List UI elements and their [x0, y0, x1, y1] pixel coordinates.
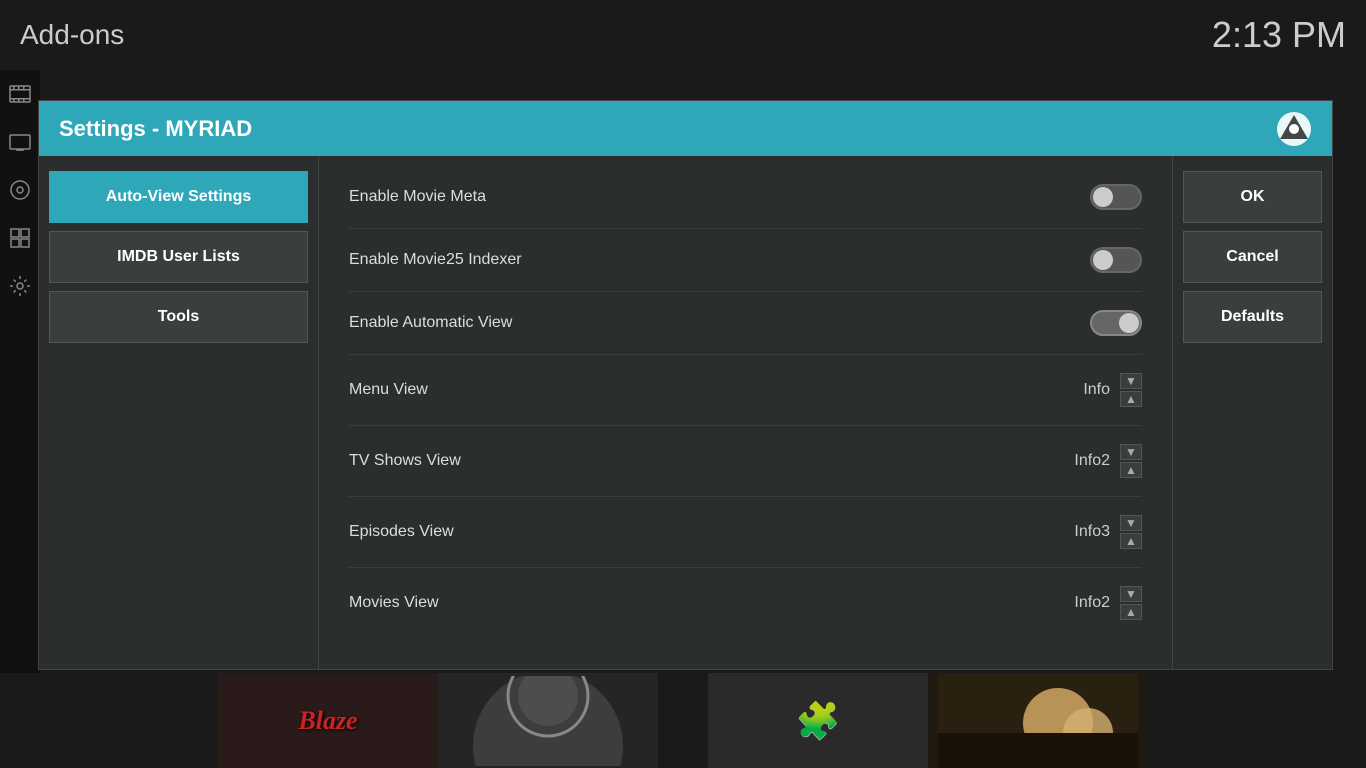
enable-movie-meta-toggle[interactable]	[1090, 184, 1142, 210]
setting-menu-view: Menu View Info ▼ ▲	[349, 355, 1142, 426]
movies-view-value: Info2	[1050, 594, 1110, 612]
sidebar-icon-tv[interactable]	[6, 128, 34, 156]
movies-view-label: Movies View	[349, 594, 1050, 612]
buttons-panel: OK Cancel Defaults	[1172, 156, 1332, 669]
bottom-thumbnails: Blaze 🧩	[0, 673, 1366, 768]
app-title: Add-ons	[20, 19, 124, 51]
enable-movie25-control	[1090, 247, 1142, 273]
episodes-view-label: Episodes View	[349, 523, 1050, 541]
tv-shows-view-label: TV Shows View	[349, 452, 1050, 470]
movies-view-control: Info2 ▼ ▲	[1050, 586, 1142, 620]
episodes-down[interactable]: ▼	[1120, 515, 1142, 531]
top-bar: Add-ons 2:13 PM	[0, 0, 1366, 70]
enable-movie-meta-label: Enable Movie Meta	[349, 188, 1090, 206]
tv-shows-up[interactable]: ▲	[1120, 462, 1142, 478]
enable-movie25-label: Enable Movie25 Indexer	[349, 251, 1090, 269]
thumb-flame-text: Blaze	[298, 706, 357, 736]
movies-up[interactable]: ▲	[1120, 604, 1142, 620]
tv-shows-down[interactable]: ▼	[1120, 444, 1142, 460]
episodes-view-spinner[interactable]: ▼ ▲	[1120, 515, 1142, 549]
tv-shows-view-value: Info2	[1050, 452, 1110, 470]
setting-movies-view: Movies View Info2 ▼ ▲	[349, 568, 1142, 638]
menu-view-label: Menu View	[349, 381, 1050, 399]
dialog-header: Settings - MYRIAD	[39, 101, 1332, 156]
kodi-logo	[1276, 111, 1312, 147]
settings-dialog: Settings - MYRIAD Auto-View Settings IMD…	[38, 100, 1333, 670]
dialog-body: Auto-View Settings IMDB User Lists Tools…	[39, 156, 1332, 669]
menu-view-control: Info ▼ ▲	[1050, 373, 1142, 407]
setting-tv-shows-view: TV Shows View Info2 ▼ ▲	[349, 426, 1142, 497]
menu-view-spinner[interactable]: ▼ ▲	[1120, 373, 1142, 407]
episodes-view-value: Info3	[1050, 523, 1110, 541]
episodes-up[interactable]: ▲	[1120, 533, 1142, 549]
sidebar-icons	[0, 70, 40, 768]
enable-movie-meta-control	[1090, 184, 1142, 210]
movies-down[interactable]: ▼	[1120, 586, 1142, 602]
menu-view-value: Info	[1050, 381, 1110, 399]
enable-automatic-view-toggle[interactable]	[1090, 310, 1142, 336]
menu-view-up[interactable]: ▲	[1120, 391, 1142, 407]
dialog-title: Settings - MYRIAD	[59, 116, 252, 142]
settings-content: Enable Movie Meta Enable Movie25 Indexer…	[319, 156, 1172, 669]
sidebar-icon-movies[interactable]	[6, 80, 34, 108]
nav-panel: Auto-View Settings IMDB User Lists Tools	[39, 156, 319, 669]
sidebar-icon-addon[interactable]	[6, 224, 34, 252]
defaults-button[interactable]: Defaults	[1183, 291, 1322, 343]
menu-view-down[interactable]: ▼	[1120, 373, 1142, 389]
nav-item-tools[interactable]: Tools	[49, 291, 308, 343]
sidebar-icon-settings[interactable]	[6, 272, 34, 300]
setting-enable-movie-meta: Enable Movie Meta	[349, 166, 1142, 229]
ok-button[interactable]: OK	[1183, 171, 1322, 223]
tv-shows-view-spinner[interactable]: ▼ ▲	[1120, 444, 1142, 478]
setting-enable-movie25: Enable Movie25 Indexer	[349, 229, 1142, 292]
sidebar-icon-music[interactable]	[6, 176, 34, 204]
enable-automatic-view-control	[1090, 310, 1142, 336]
thumb-puzzle-icon: 🧩	[796, 700, 841, 742]
nav-item-auto-view[interactable]: Auto-View Settings	[49, 171, 308, 223]
tv-shows-view-control: Info2 ▼ ▲	[1050, 444, 1142, 478]
enable-movie25-toggle[interactable]	[1090, 247, 1142, 273]
enable-automatic-view-label: Enable Automatic View	[349, 314, 1090, 332]
cancel-button[interactable]: Cancel	[1183, 231, 1322, 283]
clock: 2:13 PM	[1212, 14, 1346, 56]
episodes-view-control: Info3 ▼ ▲	[1050, 515, 1142, 549]
setting-episodes-view: Episodes View Info3 ▼ ▲	[349, 497, 1142, 568]
setting-enable-automatic-view: Enable Automatic View	[349, 292, 1142, 355]
movies-view-spinner[interactable]: ▼ ▲	[1120, 586, 1142, 620]
nav-item-imdb[interactable]: IMDB User Lists	[49, 231, 308, 283]
